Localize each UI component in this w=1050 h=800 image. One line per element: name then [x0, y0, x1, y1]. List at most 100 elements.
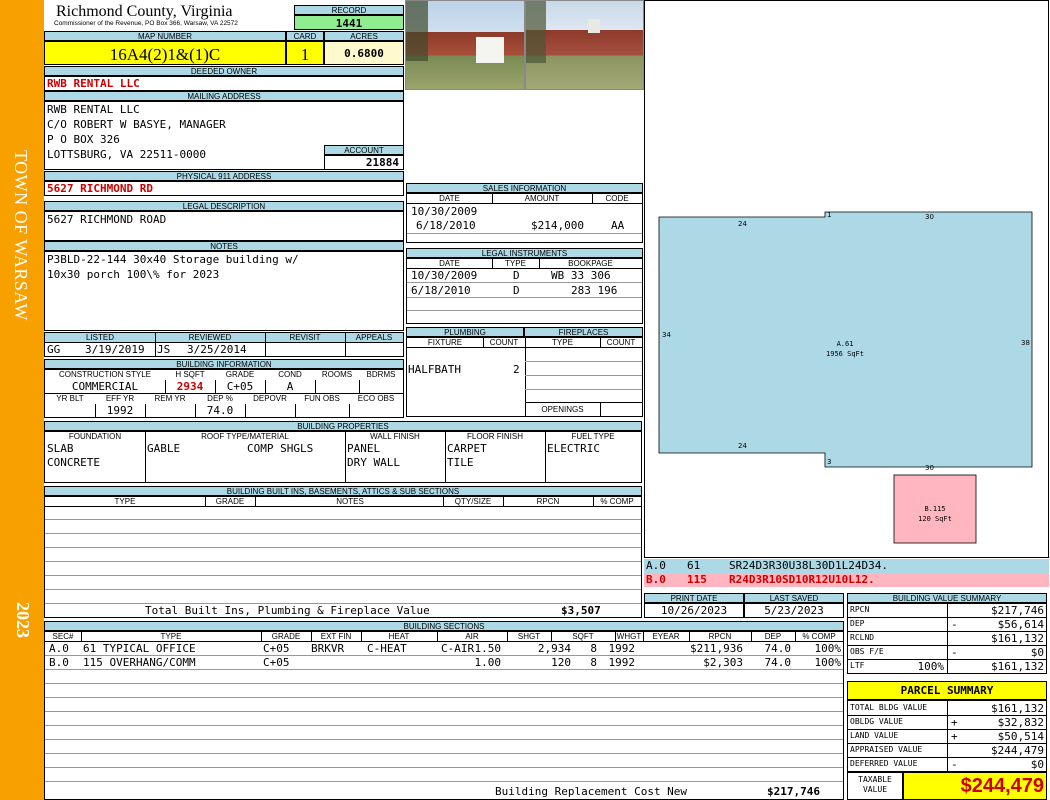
account-label: ACCOUNT [324, 145, 404, 155]
tax-year: 2023 [13, 602, 33, 638]
dim-bottom: 30 [925, 464, 934, 472]
legal-description: 5627 RICHMOND ROAD [47, 213, 167, 226]
sec-col-heat: HEAT [388, 632, 410, 641]
parcel-summary-header: PARCEL SUMMARY [847, 681, 1047, 700]
ps-value-obldg: $32,832 [997, 716, 1044, 729]
county-title: Richmond County, Virginia [56, 3, 233, 20]
vs-label-rpcn: RPCN [850, 605, 870, 614]
sketch-legend-a: A.0 61 SR24D3R30U38L30D1L24D34. [644, 559, 1049, 573]
sec-b-sqft: 120 [551, 656, 571, 669]
li-row-1-type: D [513, 269, 520, 282]
builtins-table: TYPE GRADE NOTES QTY/SIZE RPCN % COMP To… [44, 496, 642, 618]
sec-col-sec: SEC# [52, 632, 74, 641]
notes-box: P3BLD-22-144 30x40 Storage building w/ 1… [44, 251, 404, 331]
legend-b-num: 115 [687, 573, 707, 586]
wall-1: PANEL [347, 442, 381, 455]
last-saved: 5/23/2023 [764, 604, 824, 617]
vs-sign-obs: - [951, 646, 958, 659]
listed-by: GG [47, 343, 61, 356]
legal-instruments-title: LEGAL INSTRUMENTS [406, 248, 643, 258]
sec-a-heat: C-HEAT [367, 642, 407, 655]
acres-value: 0.6800 [344, 47, 384, 60]
legend-a-num: 61 [687, 559, 701, 572]
bi2-col-qty: QTY/SIZE [454, 497, 492, 506]
ps-label-land: LAND VALUE [850, 731, 899, 740]
sec-a-sec: A.0 [49, 642, 69, 655]
sec-b-comp: 100% [814, 656, 842, 669]
li-col-bookpage: BOOKPAGE [568, 259, 613, 268]
map-number-label: MAP NUMBER [44, 31, 286, 41]
ps-label-obldg: OBLDG VALUE [850, 717, 903, 726]
fireplace-col-count: COUNT [606, 338, 636, 347]
foundation-1: SLAB [47, 442, 74, 455]
sec-b-grade: C+05 [263, 656, 290, 669]
card-number: 1 [300, 45, 310, 64]
sec-a-air: C-AIR [441, 642, 475, 655]
sec-col-sqft: SQFT [572, 632, 594, 641]
section-b-sqft: 120 SqFt [918, 515, 952, 523]
card-box: 1 [286, 41, 324, 65]
review-col-appeals: APPEALS [355, 333, 393, 342]
legal-instruments-table: DATE TYPE BOOKPAGE 10/30/2009 D WB 33 30… [406, 258, 643, 324]
ps-value-total-bldg: $161,132 [991, 702, 1044, 715]
ps-label-appraised: APPRAISED VALUE [850, 745, 923, 754]
sec-col-shgt: SHGT [517, 632, 541, 641]
dim-left-bottom: 24 [738, 442, 747, 450]
ps-sign-obldg: + [951, 716, 958, 729]
bi-col-effyr: EFF YR [105, 394, 135, 403]
roof-material: COMP SHGLS [247, 442, 314, 455]
sec-col-grade: GRADE [271, 632, 301, 641]
floor-2: TILE [447, 456, 474, 469]
sec-col-extfin: EXT FIN [320, 632, 352, 641]
builtins-total-label: Total Built Ins, Plumbing & Fireplace Va… [145, 604, 430, 617]
building-properties-title: BUILDING PROPERTIES [44, 421, 642, 431]
construction-style: COMMERCIAL [71, 380, 139, 393]
legend-a-code: A.0 [646, 559, 666, 572]
bi2-col-type: TYPE [114, 497, 136, 506]
plumbing-count: 2 [513, 363, 520, 376]
last-saved-box: 5/23/2023 [744, 603, 844, 618]
review-col-revisit: REVISIT [289, 333, 321, 342]
sec-a-type: 61 TYPICAL OFFICE [83, 642, 196, 655]
porch-shape [476, 37, 504, 63]
legend-b-path: R24D3R10SD10R12U10L12. [729, 573, 875, 586]
record-label: RECORD [294, 5, 404, 15]
reviewed-date: 3/25/2014 [187, 343, 247, 356]
ps-value-land: $50,514 [997, 730, 1044, 743]
sections-table: SEC# TYPE GRADE EXT FIN HEAT AIR SHGT SQ… [44, 631, 844, 800]
acres-label: ACRES [324, 31, 404, 41]
vs-label-ltf: LTF [850, 661, 865, 670]
li-row-2-book: 283 196 [571, 284, 618, 297]
vs-extra-ltf: 100% [917, 660, 945, 673]
plumbing-fireplace-table: FIXTURE COUNT TYPE COUNT HALFBATH 2 OPEN… [406, 337, 643, 417]
town-label: TOWN OF WARSAW [11, 150, 31, 321]
review-col-reviewed: REVIEWED [188, 333, 232, 342]
sales-col-date: DATE [439, 194, 460, 203]
acres-box: 0.6800 [324, 41, 404, 65]
ps-sign-land: + [951, 730, 958, 743]
prop-col-wall: WALL FINISH [370, 432, 420, 441]
dim-left: 34 [662, 331, 671, 339]
bi-col-hsqft: H SQFT [175, 370, 205, 379]
vs-value-rclnd: $161,132 [991, 632, 1044, 645]
prop-col-floor: FLOOR FINISH [466, 432, 523, 441]
cond-value: A [286, 380, 294, 393]
sec-col-type: TYPE [160, 632, 182, 641]
bi-col-remyr: REM YR [154, 394, 186, 403]
sec-b-sec: B.0 [49, 656, 69, 669]
parcel-summary-title: PARCEL SUMMARY [900, 684, 994, 697]
building-photo-1 [405, 0, 525, 90]
sales-row-2-code: AA [611, 219, 625, 232]
record-number: 1441 [335, 17, 363, 30]
vs-value-dep: $56,614 [997, 618, 1044, 631]
sec-a-rpcn: $211,936 [690, 642, 743, 655]
ps-label-deferred: DEFERRED VALUE [850, 759, 918, 768]
mailing-line-1: RWB RENTAL LLC [47, 103, 140, 116]
vs-sign-dep: - [951, 618, 958, 631]
physical-address-label: PHYSICAL 911 ADDRESS [44, 171, 404, 181]
bi-col-cond: COND [278, 370, 302, 379]
building-info-title: BUILDING INFORMATION [44, 359, 404, 369]
print-date: 10/26/2023 [660, 604, 728, 617]
li-col-type: TYPE [505, 259, 526, 268]
legend-b-code: B.0 [646, 573, 666, 586]
